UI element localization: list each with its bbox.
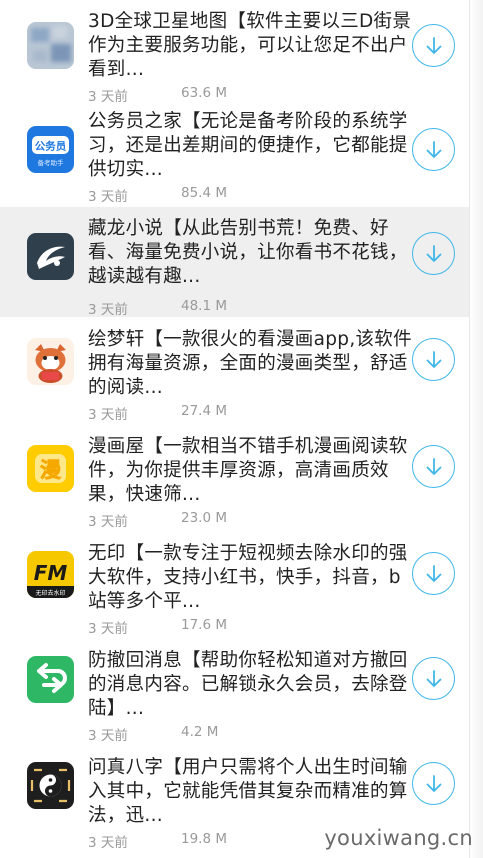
download-arrow-icon bbox=[426, 36, 441, 54]
app-updated-time: 3 天前 bbox=[88, 621, 128, 637]
app-file-size: 48.1 M bbox=[181, 298, 227, 314]
app-file-size: 27.4 M bbox=[181, 403, 227, 419]
app-meta: 3 天前 85.4 M bbox=[88, 185, 227, 205]
download-button[interactable] bbox=[412, 232, 455, 275]
download-button[interactable] bbox=[412, 552, 455, 595]
list-item[interactable]: 绘梦轩【一款很火的看漫画app,该软件拥有海量资源，全面的漫画类型，舒适的阅读.… bbox=[0, 318, 470, 424]
list-item[interactable]: FM 无印去水印 无印【一款专注于短视频去除水印的强大软件，支持小红书，快手，抖… bbox=[0, 532, 470, 638]
app-description: 防撤回消息【帮助你轻松知道对方撤回的消息内容。已解锁永久会员，去除登陆】... bbox=[88, 650, 408, 719]
list-item[interactable]: 公务员 备考助手 公务员之家【无论是备考阶段的系统学习，还是出差期间的便捷作，它… bbox=[0, 100, 470, 206]
app-meta: 3 天前 17.6 M bbox=[88, 617, 227, 637]
icon-label: 漫 bbox=[40, 458, 61, 482]
download-button[interactable] bbox=[412, 128, 455, 171]
app-description: 问真八字【用户只需将个人出生时间输入其中，它就能凭借其复杂而精准的算法，迅... bbox=[88, 757, 408, 826]
icon-sublabel: 备考助手 bbox=[38, 158, 65, 167]
download-arrow-icon bbox=[426, 774, 441, 792]
download-arrow-icon bbox=[426, 669, 441, 687]
download-button[interactable] bbox=[412, 762, 455, 805]
icon-label: FM bbox=[34, 561, 68, 585]
app-file-size: 85.4 M bbox=[181, 185, 227, 201]
download-arrow-icon bbox=[426, 350, 441, 368]
icon-sublabel: 无印去水印 bbox=[35, 589, 65, 597]
download-button[interactable] bbox=[412, 24, 455, 67]
download-button[interactable] bbox=[412, 338, 455, 381]
app-updated-time: 3 天前 bbox=[88, 302, 128, 318]
app-updated-time: 3 天前 bbox=[88, 514, 128, 530]
app-description: 漫画屋【一款相当不错手机漫画阅读软件，为你提供丰厚资源，高清画质效果，快速筛..… bbox=[88, 436, 408, 505]
download-arrow-icon bbox=[426, 564, 441, 582]
anti-recall-icon bbox=[27, 656, 74, 703]
app-file-size: 19.8 M bbox=[181, 831, 227, 847]
app-updated-time: 3 天前 bbox=[88, 407, 128, 423]
app-description: 3D全球卫星地图【软件主要以三D街景作为主要服务功能，可以让您足不出户看到... bbox=[88, 11, 412, 80]
app-file-size: 63.6 M bbox=[181, 85, 227, 101]
red-panda-icon bbox=[27, 338, 74, 385]
app-description: 藏龙小说【从此告别书荒！免费、好看、海量免费小说，让你看书不花钱，越读越有趣..… bbox=[88, 218, 408, 287]
download-button[interactable] bbox=[412, 445, 455, 488]
app-updated-time: 3 天前 bbox=[88, 189, 128, 205]
app-file-size: 4.2 M bbox=[181, 724, 219, 740]
novel-icon bbox=[27, 233, 74, 280]
list-item[interactable]: 3D全球卫星地图【软件主要以三D街景作为主要服务功能，可以让您足不出户看到...… bbox=[0, 0, 470, 106]
app-meta: 3 天前 27.4 M bbox=[88, 403, 227, 423]
app-updated-time: 3 天前 bbox=[88, 835, 128, 851]
app-updated-time: 3 天前 bbox=[88, 728, 128, 744]
app-description: 绘梦轩【一款很火的看漫画app,该软件拥有海量资源，全面的漫画类型，舒适的阅读.… bbox=[88, 329, 412, 398]
download-arrow-icon bbox=[426, 244, 441, 262]
app-meta: 3 天前 23.0 M bbox=[88, 510, 227, 530]
civil-servant-icon: 公务员 备考助手 bbox=[27, 126, 74, 173]
watermark-remover-icon: FM 无印去水印 bbox=[27, 551, 74, 598]
manga-house-icon: 漫 bbox=[27, 445, 74, 492]
download-button[interactable] bbox=[412, 657, 455, 700]
satellite-map-icon bbox=[27, 22, 74, 69]
download-arrow-icon bbox=[426, 140, 441, 158]
list-item[interactable]: 藏龙小说【从此告别书荒！免费、好看、海量免费小说，让你看书不花钱，越读越有趣..… bbox=[0, 207, 470, 318]
site-watermark: youxiwang.cn bbox=[324, 826, 473, 850]
app-meta: 3 天前 4.2 M bbox=[88, 724, 218, 744]
app-description: 公务员之家【无论是备考阶段的系统学习，还是出差期间的便捷作，它都能提供切实... bbox=[88, 111, 408, 180]
scrollbar-track[interactable] bbox=[469, 0, 483, 858]
list-item[interactable]: 防撤回消息【帮助你轻松知道对方撤回的消息内容。已解锁永久会员，去除登陆】... … bbox=[0, 639, 470, 745]
app-meta: 3 天前 48.1 M bbox=[88, 298, 227, 318]
app-file-size: 23.0 M bbox=[181, 510, 227, 526]
app-description: 无印【一款专注于短视频去除水印的强大软件，支持小红书，快手，抖音，b站等多个平.… bbox=[88, 543, 408, 612]
list-item[interactable]: 漫 漫画屋【一款相当不错手机漫画阅读软件，为你提供丰厚资源，高清画质效果，快速筛… bbox=[0, 425, 470, 531]
bazi-icon bbox=[27, 762, 74, 809]
app-file-size: 17.6 M bbox=[181, 617, 227, 633]
icon-label: 公务员 bbox=[35, 140, 67, 153]
download-arrow-icon bbox=[426, 457, 441, 475]
app-meta: 3 天前 19.8 M bbox=[88, 831, 227, 851]
